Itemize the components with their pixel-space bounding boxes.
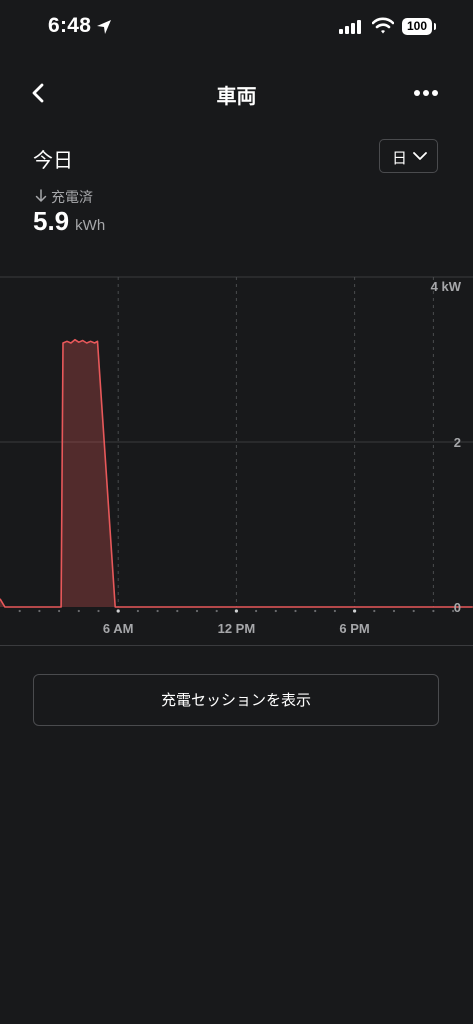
page-title: 車両 [216, 84, 257, 108]
period-selector-value: 日 [392, 149, 408, 167]
chevron-down-icon [413, 152, 427, 160]
hour-tick-dot [116, 609, 120, 613]
x-tick-label: 6 PM [339, 621, 369, 636]
y-tick-label: 4 kW [431, 279, 462, 294]
y-tick-label: 0 [454, 600, 461, 615]
charged-label-row: 充電済 [35, 187, 93, 207]
hour-tick-dot [392, 609, 396, 613]
cellular-signal-icon [339, 20, 361, 34]
battery-cap [434, 23, 436, 30]
location-arrow-icon [97, 20, 111, 34]
energy-value: 5.9 [33, 206, 70, 236]
period-title: 今日 [33, 148, 73, 172]
hour-tick-dot [77, 609, 80, 613]
battery-indicator: 100 [402, 18, 432, 35]
divider [0, 645, 473, 646]
hour-tick-dot [432, 609, 435, 613]
hour-tick-dot [215, 609, 218, 613]
hour-tick-dot [255, 609, 258, 613]
hour-tick-dot [18, 609, 21, 613]
hour-tick-dot [353, 609, 357, 613]
x-tick-label: 6 AM [103, 621, 134, 636]
more-options-button[interactable] [410, 84, 442, 102]
hour-tick-dot [412, 609, 415, 613]
hour-tick-dot [136, 609, 139, 613]
x-tick-label: 12 PM [218, 621, 256, 636]
hour-tick-dot [58, 609, 61, 613]
hour-tick-dot [333, 609, 336, 613]
hour-tick-dot [234, 609, 238, 613]
hour-tick-dot [156, 609, 159, 613]
hour-tick-dot [38, 609, 41, 613]
energy-unit: kWh [75, 217, 106, 234]
energy-value-row: 5.9 kWh [33, 206, 105, 237]
hour-tick-dot [314, 609, 317, 613]
hour-tick-dot [274, 609, 277, 613]
hour-tick-dot [176, 609, 179, 613]
more-dots-icon [414, 90, 438, 96]
battery-level: 100 [406, 19, 428, 33]
view-charging-sessions-button[interactable]: 充電セッションを表示 [33, 674, 439, 726]
arrow-down-icon [35, 189, 47, 202]
y-tick-label: 2 [454, 435, 461, 450]
hour-tick-dot [195, 609, 199, 613]
status-time: 6:48 [48, 14, 92, 37]
hour-tick-dot [373, 609, 376, 613]
wifi-icon [372, 17, 394, 34]
period-selector[interactable]: 日 [379, 139, 438, 173]
status-bar: 6:48 100 [0, 0, 473, 56]
hour-tick-dot [97, 609, 100, 613]
charging-power-chart: 4 kW 2 0 6 AM 12 PM 6 PM [0, 276, 473, 636]
hour-tick-dot [294, 609, 297, 613]
charged-label: 充電済 [51, 190, 93, 206]
